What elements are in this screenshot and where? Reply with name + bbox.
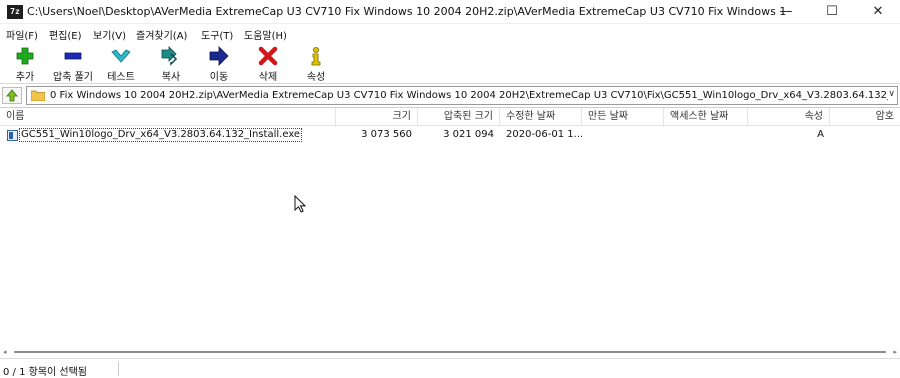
close-button[interactable]: ✕	[855, 0, 900, 24]
exe-file-icon	[7, 130, 18, 141]
column-attributes[interactable]: 속성	[748, 108, 830, 126]
extract-button[interactable]: 압축 풀기	[49, 44, 97, 84]
column-packed-size[interactable]: 압축된 크기	[418, 108, 500, 126]
file-list[interactable]: 이름 크기 압축된 크기 수정한 날짜 만든 날짜 액세스한 날짜 속성 암호 …	[0, 107, 900, 347]
file-attributes: A	[817, 129, 824, 140]
scrollbar-thumb[interactable]	[14, 351, 886, 353]
address-path: 0 Fix Windows 10 2004 20H2.zip\AVerMedia…	[50, 90, 888, 101]
column-name[interactable]: 이름	[0, 108, 336, 126]
menu-bar: 파일(F) 편집(E) 보기(V) 즐겨찾기(A) 도구(T) 도움말(H)	[0, 25, 900, 42]
menu-view[interactable]: 보기(V)	[93, 27, 126, 42]
toolbar: 추가 압축 풀기 테스트 복사 이동 삭제 속성	[0, 42, 900, 84]
menu-tools[interactable]: 도구(T)	[201, 27, 233, 42]
horizontal-scrollbar[interactable]: ◂ ▸	[0, 347, 900, 357]
status-bar: 0 / 1 항목이 선택됨	[0, 358, 900, 378]
up-arrow-icon	[6, 89, 18, 102]
menu-help[interactable]: 도움말(H)	[244, 27, 287, 42]
minus-icon	[64, 52, 82, 60]
maximize-button[interactable]: ☐	[809, 0, 855, 24]
column-modified[interactable]: 수정한 날짜	[500, 108, 582, 126]
table-row[interactable]: GC551_Win10logo_Drv_x64_V3.2803.64.132_I…	[0, 128, 900, 143]
file-modified: 2020-06-01 1...	[506, 129, 582, 140]
test-button[interactable]: 테스트	[97, 44, 145, 84]
move-button[interactable]: 이동	[195, 44, 243, 84]
scroll-left-icon[interactable]: ◂	[3, 348, 7, 356]
scroll-right-icon[interactable]: ▸	[893, 348, 897, 356]
address-dropdown-icon[interactable]: ∨	[888, 89, 895, 99]
copy-label: 복사	[161, 72, 181, 83]
move-label: 이동	[209, 72, 229, 83]
column-created[interactable]: 만든 날짜	[582, 108, 664, 126]
folder-icon	[31, 90, 45, 101]
extract-label: 압축 풀기	[53, 72, 93, 83]
arrow-right-icon	[209, 46, 229, 66]
check-icon	[111, 49, 131, 63]
info-button[interactable]: 속성	[292, 44, 340, 84]
menu-edit[interactable]: 편집(E)	[49, 27, 82, 42]
file-packed-size: 3 021 094	[443, 129, 494, 140]
column-accessed[interactable]: 액세스한 날짜	[664, 108, 748, 126]
column-encrypted[interactable]: 암호	[830, 108, 900, 126]
double-arrow-icon	[161, 46, 178, 66]
delete-button[interactable]: 삭제	[244, 44, 292, 84]
plus-icon	[16, 47, 34, 65]
address-bar: 0 Fix Windows 10 2004 20H2.zip\AVerMedia…	[0, 85, 900, 105]
x-icon	[258, 46, 278, 66]
menu-favorites[interactable]: 즐겨찾기(A)	[136, 27, 187, 42]
column-size[interactable]: 크기	[336, 108, 418, 126]
add-label: 추가	[15, 72, 35, 83]
title-bar: 7z C:\Users\Noel\Desktop\AVerMedia Extre…	[0, 0, 900, 24]
7zip-app-icon: 7z	[7, 5, 23, 19]
copy-button[interactable]: 복사	[147, 44, 195, 84]
test-label: 테스트	[107, 72, 135, 83]
delete-label: 삭제	[258, 72, 278, 83]
menu-file[interactable]: 파일(F)	[6, 27, 38, 42]
up-folder-button[interactable]	[2, 87, 22, 104]
info-icon	[311, 47, 321, 66]
address-field[interactable]: 0 Fix Windows 10 2004 20H2.zip\AVerMedia…	[26, 86, 898, 105]
file-name: GC551_Win10logo_Drv_x64_V3.2803.64.132_I…	[19, 128, 303, 142]
minimize-button[interactable]: —	[763, 0, 809, 24]
file-size: 3 073 560	[361, 129, 412, 140]
mouse-pointer-icon	[294, 195, 306, 213]
add-button[interactable]: 추가	[1, 44, 49, 84]
window-title: C:\Users\Noel\Desktop\AVerMedia ExtremeC…	[27, 5, 787, 18]
info-label: 속성	[306, 72, 326, 83]
selection-status: 0 / 1 항목이 선택됨	[3, 367, 88, 378]
list-header: 이름 크기 압축된 크기 수정한 날짜 만든 날짜 액세스한 날짜 속성 암호	[0, 108, 900, 126]
status-divider	[118, 361, 119, 376]
